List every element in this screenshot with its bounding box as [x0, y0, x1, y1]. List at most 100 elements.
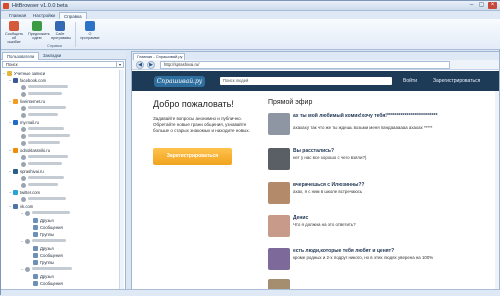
user-icon: [21, 85, 26, 90]
user-icon: [21, 162, 26, 167]
account-row[interactable]: [21, 106, 66, 112]
account-row[interactable]: [21, 141, 60, 147]
page-scrollbar[interactable]: [495, 91, 499, 290]
about-button[interactable]: О программе: [79, 21, 101, 49]
blurred-account-name: [32, 239, 66, 242]
groups-icon: [33, 260, 38, 265]
vk-friends-item[interactable]: Друзья: [33, 218, 54, 224]
close-button[interactable]: ×: [488, 2, 497, 9]
browser-tabs: Главная - Спрашивай.ру: [132, 52, 499, 60]
account-row[interactable]: −: [21, 211, 70, 217]
account-row[interactable]: [21, 92, 62, 98]
accounts-tree: − Учетные записи − facebook.com − liveinter…: [1, 70, 124, 289]
site-sprashivai[interactable]: − sprashivai.ru: [9, 169, 44, 175]
site-odnoklassniki[interactable]: − odnoklassniki.ru: [9, 148, 50, 154]
post-question[interactable]: Вы расстались?: [293, 148, 483, 154]
vk-groups-item[interactable]: Группы: [33, 232, 54, 238]
tab-users[interactable]: Пользователи: [2, 52, 40, 60]
user-icon: [25, 211, 30, 216]
post-question[interactable]: Денис: [293, 215, 483, 221]
accounts-search-input[interactable]: Поиск ▾: [2, 61, 124, 68]
post-answer: Что я должна на это ответить?: [293, 222, 356, 227]
account-row[interactable]: [21, 127, 64, 133]
site-liveinternet[interactable]: − liveinternet.ru: [9, 99, 45, 105]
suggest-idea-button[interactable]: Предложить идею: [28, 21, 50, 49]
user-icon: [21, 127, 26, 132]
tab-main[interactable]: Главная: [5, 12, 30, 19]
vk-messages-item[interactable]: Сообщения: [33, 225, 63, 231]
sprashivai-icon: [13, 169, 18, 174]
site-twitter[interactable]: − twitter.com: [9, 190, 40, 196]
site-facebook[interactable]: − facebook.com: [9, 78, 46, 84]
site-label: twitter.com: [20, 190, 41, 195]
tab-help[interactable]: Справка: [59, 12, 87, 19]
avatar[interactable]: [268, 113, 290, 135]
avatar[interactable]: [268, 182, 290, 204]
account-row[interactable]: [21, 176, 64, 182]
account-row[interactable]: −: [21, 239, 66, 245]
tab-settings[interactable]: Настройки: [29, 12, 59, 19]
report-bug-button[interactable]: Сообщить об ошибке: [5, 21, 23, 49]
post-answer: ахах, я с ним в школе встречаюсь: [293, 189, 363, 194]
site-header: Спрашивай.ру Поиск людей Войти Зарегистр…: [132, 71, 499, 91]
avatar[interactable]: [268, 248, 290, 270]
welcome-text: Задавайте вопросы анонимно и публично. О…: [153, 116, 250, 133]
maximize-button[interactable]: ▢: [477, 2, 486, 9]
vk-messages-item[interactable]: Сообщения: [33, 281, 63, 287]
twitter-icon: [13, 190, 18, 195]
feed-post[interactable]: Денис Что я должна на это ответить?: [268, 213, 486, 240]
account-row[interactable]: [21, 183, 58, 189]
blurred-account-name: [28, 106, 66, 109]
browser-toolbar: ◀ ▶ http://sprashivai.ru/: [132, 60, 499, 70]
about-label: О программе: [80, 32, 100, 41]
feed-post[interactable]: вчерачешься с Илюзинны?? ахах, я с ним в…: [268, 180, 486, 207]
vk-friends-item[interactable]: Друзья: [33, 246, 54, 252]
site-logo[interactable]: Спрашивай.ру: [154, 76, 205, 87]
account-row[interactable]: [21, 85, 68, 91]
register-link[interactable]: Зарегистрироваться: [433, 78, 480, 84]
user-icon: [21, 176, 26, 181]
liveinternet-icon: [13, 99, 18, 104]
account-row[interactable]: [21, 113, 58, 119]
address-bar[interactable]: http://sprashivai.ru/: [160, 61, 450, 69]
account-row[interactable]: [21, 155, 68, 161]
browser-pane: Главная - Спрашивай.ру ◀ ▶ http://sprash…: [131, 51, 500, 290]
search-dropdown-icon[interactable]: ▾: [116, 62, 123, 68]
tree-scrollbar[interactable]: [119, 70, 124, 289]
account-row[interactable]: [21, 197, 66, 203]
site-mailru[interactable]: − my.mail.ru: [9, 120, 39, 126]
vk-messages-item[interactable]: Сообщения: [33, 253, 63, 259]
feed-post[interactable]: Вы расстались? нет у нас все хорошо с че…: [268, 146, 486, 173]
account-row[interactable]: [21, 134, 70, 140]
avatar[interactable]: [268, 148, 290, 170]
feed-post[interactable]: есть люди,которые тебя любят и ценят? кр…: [268, 246, 486, 273]
register-button[interactable]: Зарегистрироваться: [153, 148, 232, 165]
account-row[interactable]: [21, 162, 62, 168]
blurred-account-name: [28, 197, 66, 200]
post-question[interactable]: вчерачешься с Илюзинны??: [293, 182, 483, 188]
account-row[interactable]: −: [21, 267, 72, 273]
back-button[interactable]: ◀: [136, 61, 144, 69]
info-icon: [85, 21, 95, 31]
minimize-button[interactable]: –: [467, 2, 476, 9]
user-icon: [21, 197, 26, 202]
post-question[interactable]: есть люди,которые тебя любят и ценят?: [293, 248, 483, 254]
browser-tab[interactable]: Главная - Спрашивай.ру: [133, 53, 185, 60]
tab-bookmarks[interactable]: Закладки: [39, 52, 65, 60]
post-question[interactable]: ах ты мой любимый комик!хочу тебя!******…: [293, 113, 483, 119]
messages-icon: [33, 281, 38, 286]
odnoklassniki-icon: [13, 148, 18, 153]
login-link[interactable]: Войти: [403, 78, 417, 84]
feed-post[interactable]: ах ты мой любимый комик!хочу тебя!******…: [268, 111, 486, 138]
post-answer: ахахаху так что же ты ждешь возьми меня …: [293, 125, 433, 130]
forward-button[interactable]: ▶: [147, 61, 155, 69]
people-search-input[interactable]: Поиск людей: [220, 77, 392, 85]
site-vk[interactable]: − vk.com: [9, 204, 33, 210]
globe-icon: [55, 21, 65, 31]
vk-groups-item[interactable]: Группы: [33, 260, 54, 266]
avatar[interactable]: [268, 215, 290, 237]
groups-icon: [33, 232, 38, 237]
tree-root[interactable]: − Учетные записи: [3, 71, 45, 77]
vk-friends-item[interactable]: Друзья: [33, 274, 54, 280]
ribbon: Сообщить об ошибке Предложить идею Сайт …: [1, 19, 500, 50]
